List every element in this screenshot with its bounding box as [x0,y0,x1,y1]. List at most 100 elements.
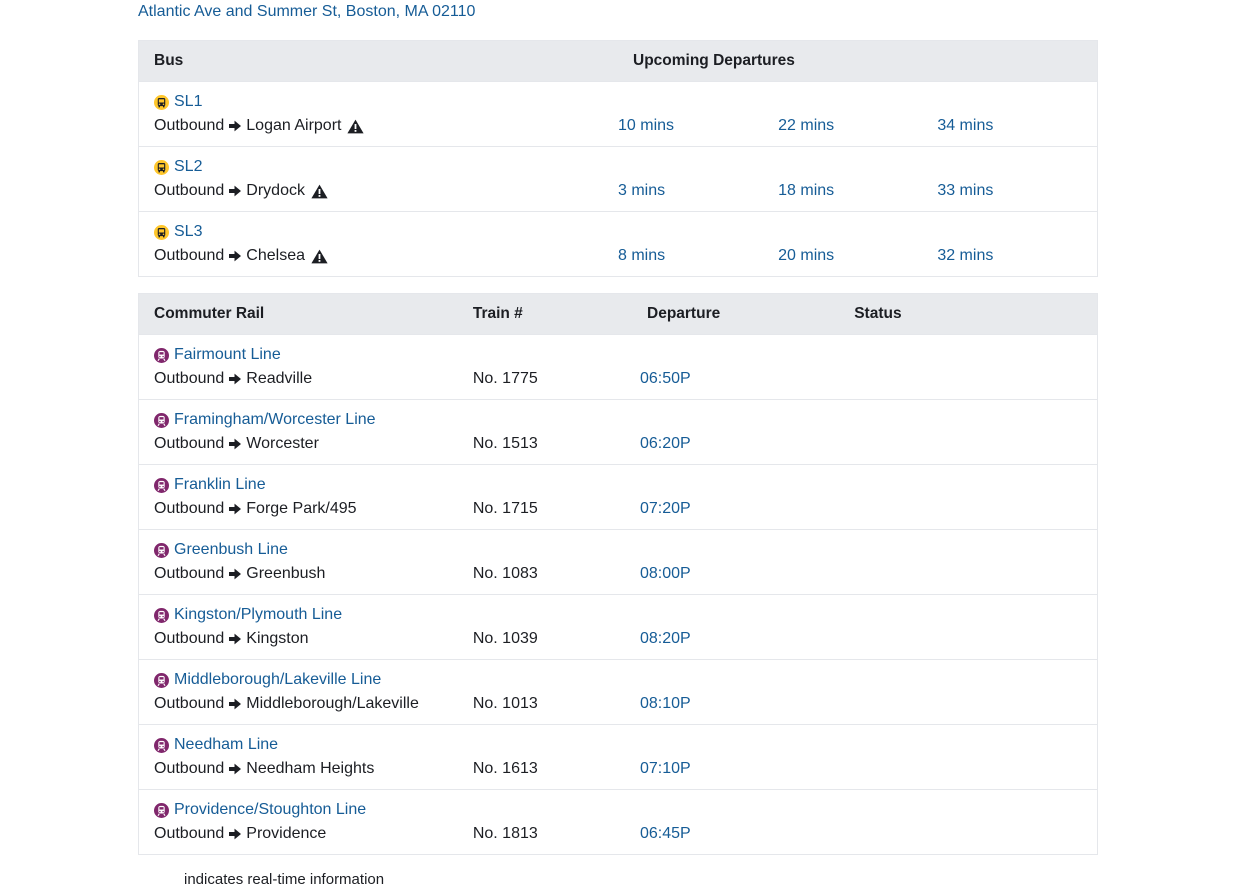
departure-time-link[interactable]: 18 mins [778,179,937,203]
alert-icon[interactable] [311,184,328,199]
departure-time-link[interactable]: 08:20P [640,627,839,651]
bus-departures-table: Bus Upcoming Departures SL1 Outbound Logan… [138,40,1098,277]
direction-label: Outbound [154,825,225,842]
arrow-right-icon [228,762,242,776]
arrow-right-icon [228,697,242,711]
direction-line: Outbound Chelsea [154,244,618,268]
train-number-cell: No. 1715 [457,464,625,530]
status-cell [839,789,1098,855]
route-link[interactable]: Greenbush Line [154,538,458,562]
departure-time-link[interactable]: 3 mins [618,179,778,203]
route-name: SL2 [174,158,203,175]
destination-label: Providence [246,825,327,842]
bus-header-route: Bus [138,40,618,82]
train-status [854,562,1097,586]
departure-time-link[interactable]: 20 mins [778,244,937,268]
route-link[interactable]: Kingston/Plymouth Line [154,603,458,627]
direction-label: Outbound [154,695,225,712]
departure-time-link[interactable]: 08:00P [640,562,839,586]
arrow-right-icon [228,184,242,198]
destination-label: Drydock [246,182,305,199]
departure-cell: 08:10P [625,659,840,725]
rail-row: Framingham/Worcester Line Outbound Worcest… [138,399,1098,465]
rail-header-route: Commuter Rail [138,293,458,335]
arrow-right-icon [228,372,242,386]
departure-cell: 20 mins [778,211,938,277]
departure-time-link[interactable]: 33 mins [937,179,1097,203]
route-link[interactable]: SL3 [154,220,618,244]
train-number-cell: No. 1013 [457,659,625,725]
departure-cell: 07:20P [625,464,840,530]
commuter-rail-icon [154,542,169,558]
departure-time-link[interactable]: 07:20P [640,497,839,521]
direction-line: Outbound Needham Heights [154,757,458,781]
departure-time-link[interactable]: 07:10P [640,757,839,781]
direction-line: Outbound Kingston [154,627,458,651]
commuter-rail-icon [154,737,169,753]
departure-cell: 08:00P [625,529,840,595]
train-number-cell: No. 1813 [457,789,625,855]
departure-cell: 06:45P [625,789,840,855]
direction-label: Outbound [154,370,225,387]
train-status [854,432,1097,456]
departure-time-link[interactable]: 06:50P [640,367,839,391]
departure-time-link[interactable]: 06:45P [640,822,839,846]
direction-label: Outbound [154,760,225,777]
train-number: No. 1013 [472,695,538,712]
departure-cell: 3 mins [618,146,779,212]
direction-label: Outbound [154,565,225,582]
route-link[interactable]: Franklin Line [154,473,458,497]
departure-time-link[interactable]: 22 mins [778,114,937,138]
direction-line: Outbound Middleborough/Lakeville [154,692,458,716]
arrow-right-icon [228,632,242,646]
route-link[interactable]: Framingham/Worcester Line [154,408,458,432]
alert-icon[interactable] [347,119,365,134]
route-link[interactable]: Providence/Stoughton Line [154,798,458,822]
commuter-rail-icon [154,347,169,363]
status-cell [839,724,1098,790]
destination-label: Chelsea [246,247,305,264]
train-number: No. 1813 [472,825,538,842]
departure-time-link[interactable]: 34 mins [937,114,1097,138]
train-status [854,497,1097,521]
arrow-right-icon [228,567,242,581]
train-number: No. 1715 [472,500,538,517]
route-cell: Kingston/Plymouth Line Outbound Kingston [138,594,458,660]
route-cell: Greenbush Line Outbound Greenbush [138,529,458,595]
train-number-cell: No. 1083 [457,529,625,595]
departure-cell: 22 mins [778,81,938,147]
train-number: No. 1039 [472,630,538,647]
departure-time-link[interactable]: 08:10P [640,692,839,716]
direction-line: Outbound Providence [154,822,458,846]
stop-address-link[interactable]: Atlantic Ave and Summer St, Boston, MA 0… [138,1,1098,23]
route-link[interactable]: Fairmount Line [154,343,458,367]
route-link[interactable]: SL1 [154,90,618,114]
rail-row: Middleborough/Lakeville Line Outbound Midd… [138,659,1098,725]
route-cell: Needham Line Outbound Needham Heights [138,724,458,790]
direction-label: Outbound [154,500,225,517]
route-name: SL1 [174,93,203,110]
departure-cell: 06:20P [625,399,840,465]
destination-label: Logan Airport [246,117,342,134]
departure-time-link[interactable]: 32 mins [937,244,1097,268]
destination-label: Kingston [246,630,309,647]
status-cell [839,594,1098,660]
route-link[interactable]: SL2 [154,155,618,179]
train-number: No. 1775 [472,370,538,387]
route-name: Franklin Line [174,476,266,493]
departure-time-link[interactable]: 8 mins [618,244,778,268]
status-cell [839,464,1098,530]
departure-time-link[interactable]: 10 mins [618,114,778,138]
rail-header-status: Status [839,293,1098,335]
route-cell: SL1 Outbound Logan Airport [138,81,618,147]
train-status [854,757,1097,781]
bus-header-departures: Upcoming Departures [618,40,1098,82]
rail-row: Franklin Line Outbound Forge Park/495 No. 1… [138,464,1098,530]
departure-cell: 10 mins [618,81,779,147]
route-name: Fairmount Line [174,346,281,363]
route-link[interactable]: Needham Line [154,733,458,757]
alert-icon[interactable] [311,249,328,264]
route-link[interactable]: Middleborough/Lakeville Line [154,668,458,692]
train-status [854,367,1097,391]
departure-time-link[interactable]: 06:20P [640,432,839,456]
